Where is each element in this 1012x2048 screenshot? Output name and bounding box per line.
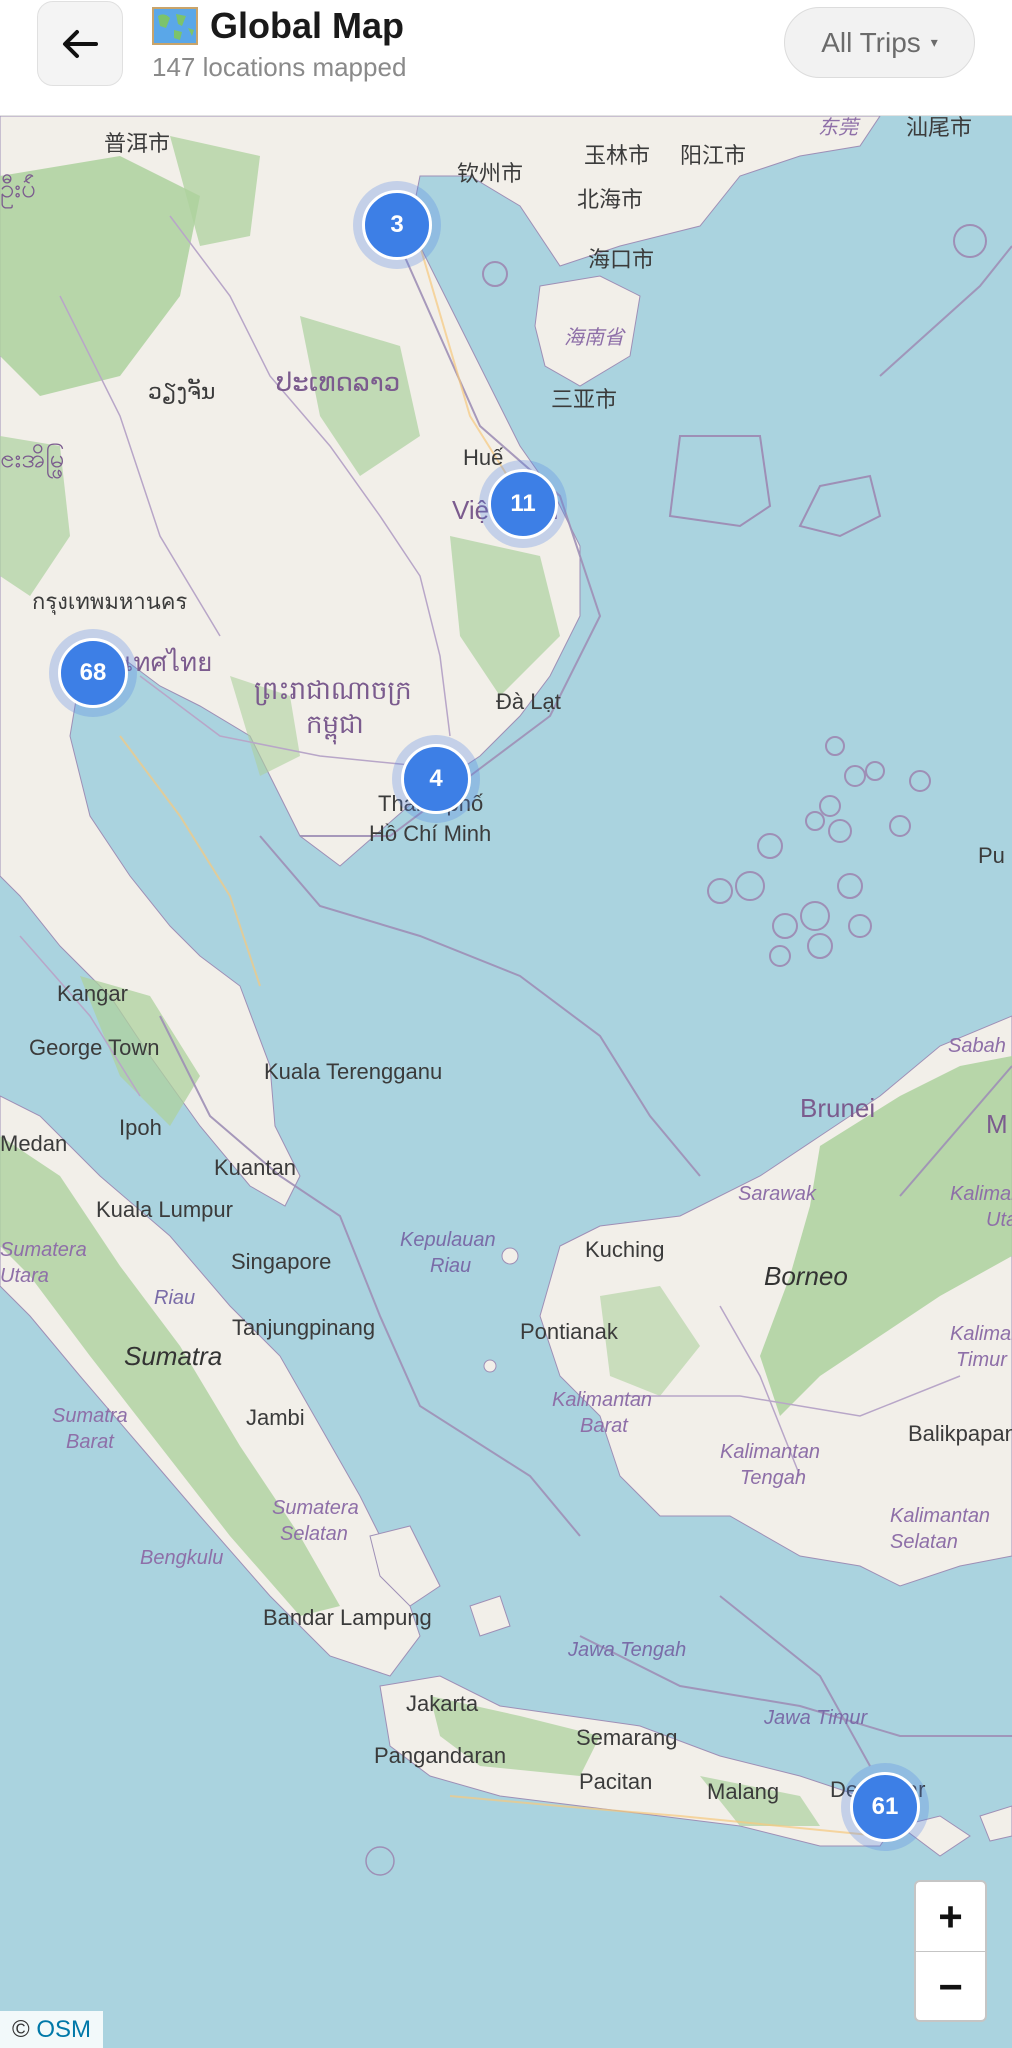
chevron-down-icon: ▾: [930, 34, 938, 50]
label-sumatera-selatan-2: Selatan: [280, 1523, 348, 1545]
label-pu-fragment: Pu: [978, 843, 1005, 868]
label-kalimantan-tengah-2: Tengah: [740, 1467, 806, 1489]
label-hainan: 海南省: [564, 327, 624, 349]
zoom-in-button[interactable]: +: [916, 1882, 985, 1952]
page-title: Global Map: [210, 5, 405, 46]
label-dongguan: 东莞: [818, 117, 858, 139]
label-riau: Riau: [154, 1287, 196, 1309]
trip-filter-label: All Trips: [821, 26, 921, 58]
map-canvas[interactable]: 普洱市 钦州市 玉林市 阳江市 汕尾市 东莞 北海市 海口市 海南省 三亚市 ວ…: [0, 116, 1012, 2048]
label-medan: Medan: [0, 1131, 68, 1156]
label-jawa-tengah: Jawa Tengah: [568, 1639, 687, 1661]
label-sumatera-utara-2: Utara: [0, 1265, 49, 1287]
cluster-count: 3: [390, 211, 404, 238]
cluster-count: 68: [79, 659, 107, 686]
label-vientiane: ວຽງຈັນ: [148, 379, 216, 404]
label-kalimantan-utara-2: Utara: [986, 1209, 1012, 1231]
label-sumatra-barat-1: Sumatra: [52, 1405, 128, 1427]
label-cambodia-2: កម្ពុជា: [306, 709, 364, 739]
label-kalimantan-barat-1: Kalimantan: [552, 1389, 653, 1411]
label-kalimantan-selatan-1: Kalimantan: [890, 1505, 991, 1527]
label-kalimantan-selatan-2: Selatan: [890, 1531, 958, 1553]
zoom-out-button[interactable]: −: [916, 1952, 985, 2021]
trip-filter-dropdown[interactable]: All Trips ▾: [784, 7, 975, 78]
label-kuala-lumpur: Kuala Lumpur: [96, 1197, 233, 1222]
label-sarawak: Sarawak: [738, 1183, 816, 1205]
title-row: Global Map: [152, 6, 404, 46]
label-jakarta: Jakarta: [406, 1691, 479, 1716]
label-kuching: Kuching: [585, 1237, 665, 1262]
label-laos: ປະເທດລາວ: [276, 367, 401, 397]
back-button[interactable]: [37, 1, 123, 86]
label-beihai: 北海市: [577, 187, 644, 212]
label-m-fragment: M: [986, 1109, 1008, 1139]
label-myanmar-top: ဦးပ်ဴ: [0, 173, 36, 203]
cluster-marker-bali[interactable]: 61: [850, 1772, 920, 1842]
label-haikou: 海口市: [588, 247, 655, 272]
location-count: 147 locations mapped: [152, 52, 407, 82]
label-borneo: Borneo: [764, 1261, 848, 1291]
cluster-marker-hcm[interactable]: 4: [401, 744, 471, 814]
cluster-count: 4: [429, 765, 443, 792]
cluster-marker-bangkok[interactable]: 68: [58, 638, 128, 708]
label-sabah: Sabah: [948, 1035, 1006, 1057]
label-kalimantan-utara-1: Kalimantan: [950, 1183, 1012, 1205]
label-ipoh: Ipoh: [119, 1115, 162, 1140]
label-jawa-timur: Jawa Timur: [764, 1707, 868, 1729]
label-balikpapan: Balikpapan: [908, 1421, 1012, 1446]
label-george-town: George Town: [29, 1035, 160, 1060]
label-pangandaran: Pangandaran: [374, 1743, 507, 1768]
cluster-count: 61: [871, 1793, 899, 1820]
zoom-control: + −: [914, 1880, 987, 2022]
label-sumatera-selatan-1: Sumatera: [272, 1497, 359, 1519]
label-kalimantan-tengah-1: Kalimantan: [720, 1441, 821, 1463]
label-kalimantan-barat-2: Barat: [580, 1415, 628, 1437]
label-malang: Malang: [707, 1779, 780, 1804]
label-kalimantan-timur-1: Kalimantan: [950, 1323, 1012, 1345]
label-kepulauan-riau-1: Kepulauan: [400, 1229, 496, 1251]
label-brunei: Brunei: [800, 1093, 876, 1123]
world-map-icon: [152, 7, 198, 45]
label-puer: 普洱市: [104, 131, 171, 156]
label-dalat: Đà Lạt: [496, 689, 561, 714]
label-cambodia-1: ព្រះរាជាណាចក្រ: [254, 675, 412, 705]
label-myanmar: ၔးအိမ္ဖြ: [0, 443, 65, 473]
label-kangar: Kangar: [57, 981, 128, 1006]
label-semarang: Semarang: [576, 1725, 678, 1750]
label-shanwei: 汕尾市: [906, 116, 973, 140]
top-bar: Global Map 147 locations mapped All Trip…: [0, 0, 1012, 116]
label-pacitan: Pacitan: [579, 1769, 653, 1794]
label-kepulauan-riau-2: Riau: [430, 1255, 472, 1277]
label-qinzhou: 钦州市: [457, 161, 524, 186]
osm-attribution-link[interactable]: OSM: [36, 2016, 91, 2043]
label-sumatra: Sumatra: [124, 1341, 223, 1371]
map-attribution: © OSM: [0, 2011, 104, 2048]
label-tanjungpinang: Tanjungpinang: [232, 1315, 376, 1340]
label-kuala-terengganu: Kuala Terengganu: [264, 1059, 443, 1084]
cluster-marker-hue[interactable]: 11: [488, 469, 558, 539]
label-kalimantan-timur-2: Timur: [956, 1349, 1007, 1371]
label-jambi: Jambi: [246, 1405, 305, 1430]
label-hcm-2: Hồ Chí Minh: [369, 821, 492, 846]
label-sumatra-barat-2: Barat: [66, 1431, 114, 1453]
label-bandar-lampung: Bandar Lampung: [263, 1605, 432, 1630]
label-bengkulu: Bengkulu: [140, 1547, 224, 1569]
back-arrow-icon: [63, 29, 98, 58]
cluster-count: 11: [510, 490, 536, 517]
label-sanya: 三亚市: [551, 387, 618, 412]
cluster-marker-hanoi[interactable]: 3: [362, 190, 432, 260]
label-hue: Huế: [463, 445, 504, 470]
label-yangjiang: 阳江市: [680, 143, 747, 168]
copyright-symbol: ©: [12, 2016, 30, 2043]
label-pontianak: Pontianak: [520, 1319, 618, 1344]
label-sumatera-utara-1: Sumatera: [0, 1239, 87, 1261]
label-kuantan: Kuantan: [214, 1155, 296, 1180]
label-bangkok: กรุงเทพมหานคร: [32, 589, 188, 614]
label-yulin: 玉林市: [584, 143, 651, 168]
label-singapore: Singapore: [231, 1249, 332, 1274]
